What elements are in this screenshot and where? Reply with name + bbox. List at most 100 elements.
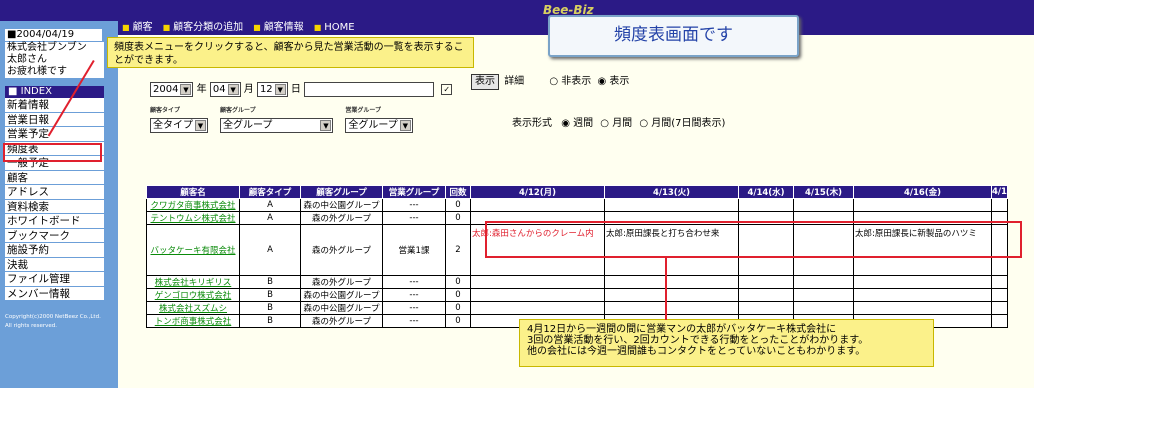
sales-group-select[interactable]: 全グループ: [345, 118, 413, 133]
summary-line: 3回の営業活動を行い、2回カウントできる行動をとったことがわかります。: [527, 335, 869, 346]
day-cell: [470, 275, 605, 289]
customer-type-cell: B: [239, 301, 301, 315]
day-cell: [738, 288, 794, 302]
sales-group-cell: ---: [382, 198, 446, 212]
customer-name-link[interactable]: 株式会社スズムシ: [146, 301, 240, 315]
customer-name-link[interactable]: 株式会社キリギリス: [146, 275, 240, 289]
customer-group-cell: 森の外グループ: [300, 224, 383, 276]
format-controls: 表示形式 ◉ 週間 ○ 月間 ○ 月間(7日間表示): [512, 114, 725, 129]
detail-radio-show[interactable]: ◉ 表示: [597, 76, 629, 87]
day-cell: [793, 275, 854, 289]
table-row: クワガタ商事株式会社 A 森の中公園グループ --- 0: [146, 198, 1008, 212]
sidebar-item-document-search[interactable]: 資料検索: [5, 199, 104, 214]
sidebar-item-address[interactable]: アドレス: [5, 185, 104, 200]
day-cell: [470, 301, 605, 315]
table-row: 株式会社キリギリス B 森の外グループ --- 0: [146, 275, 1008, 289]
day-cell: [793, 198, 854, 212]
month-unit: 月: [243, 84, 254, 95]
copyright-text: Copyright(c)2000 NetBeez Co.,Ltd. All ri…: [5, 314, 101, 329]
detail-option-show: 表示: [609, 76, 630, 87]
sidebar-item-member-info[interactable]: メンバー情報: [5, 286, 104, 301]
col-header: 4/14(水): [738, 185, 794, 199]
col-header: 顧客名: [146, 185, 240, 199]
format-option-week: 週間: [573, 118, 594, 129]
nav-link-home[interactable]: HOME: [314, 21, 354, 35]
month-select[interactable]: 04: [209, 81, 241, 97]
sales-group-cell: ---: [382, 288, 446, 302]
customer-type-select[interactable]: 全タイプ: [150, 118, 208, 133]
summary-line: 4月12日から一週間の間に営業マンの太郎がバッタケーキ株式会社に: [527, 324, 837, 335]
day-cell: [793, 288, 854, 302]
customer-group-filter: 顧客グループ 全グループ: [220, 105, 334, 133]
sales-group-cell: 営業1課: [382, 224, 446, 276]
col-header: 4/16(金): [853, 185, 992, 199]
day-cell: [991, 275, 1008, 289]
day-select[interactable]: 12: [256, 81, 288, 97]
customer-type-cell: A: [239, 211, 301, 225]
detail-label: 詳細: [504, 76, 525, 87]
day-cell: [470, 288, 605, 302]
col-header: 4/15(木): [793, 185, 854, 199]
customer-name-link[interactable]: トンボ商事株式会社: [146, 314, 240, 328]
col-header: 4/1: [991, 185, 1008, 199]
sidebar-item-file-management[interactable]: ファイル管理: [5, 272, 104, 287]
sidebar-item-bookmark[interactable]: ブックマーク: [5, 228, 104, 243]
count-cell: 0: [445, 198, 471, 212]
menu-callout: 頻度表メニューをクリックすると、顧客から見た営業活動の一覧を表示することができま…: [107, 37, 474, 68]
day-cell: [604, 288, 739, 302]
summary-callout: 4月12日から一週間の間に営業マンの太郎がバッタケーキ株式会社に 3回の営業活動…: [519, 319, 934, 367]
customer-group-cell: 森の外グループ: [300, 275, 383, 289]
nav-link-customer-info[interactable]: 顧客情報: [253, 21, 304, 35]
col-header: 4/12(月): [470, 185, 605, 199]
table-row: 株式会社スズムシ B 森の中公園グループ --- 0: [146, 301, 1008, 315]
sidebar-item-sales-plan[interactable]: 営業予定: [5, 127, 104, 142]
sidebar-item-approval[interactable]: 決裁: [5, 257, 104, 272]
customer-name-link[interactable]: ゲンゴロウ株式会社: [146, 288, 240, 302]
group-filters: 顧客タイプ 全タイプ 顧客グループ 全グループ 営業グループ 全グループ: [150, 105, 413, 133]
day-cell: [853, 288, 992, 302]
detail-controls: 表示 詳細 ○ 非表示 ◉ 表示: [471, 72, 629, 90]
customer-group-cell: 森の外グループ: [300, 211, 383, 225]
greeting-company: 株式会社ブンブン: [7, 42, 87, 53]
nav-link-add-category[interactable]: 顧客分類の追加: [163, 21, 243, 35]
index-header: ■ INDEX: [5, 86, 104, 98]
customer-type-cell: A: [239, 198, 301, 212]
sidebar-item-news[interactable]: 新着情報: [5, 98, 104, 113]
day-cell: [991, 198, 1008, 212]
format-label: 表示形式: [512, 118, 552, 129]
page-title: 頻度表画面です: [548, 15, 799, 57]
checkbox-icon[interactable]: ✓: [441, 83, 453, 95]
table-row: ゲンゴロウ株式会社 B 森の中公園グループ --- 0: [146, 288, 1008, 302]
format-radio-month[interactable]: ○ 月間: [600, 118, 632, 129]
customer-name-link[interactable]: テントウムシ株式会社: [146, 211, 240, 225]
customer-group-select[interactable]: 全グループ: [220, 118, 334, 133]
day-cell: [793, 301, 854, 315]
customer-name-link[interactable]: クワガタ商事株式会社: [146, 198, 240, 212]
customer-group-cell: 森の中公園グループ: [300, 198, 383, 212]
date-text-field[interactable]: [304, 81, 435, 97]
day-cell: [853, 275, 992, 289]
customer-group-cell: 森の中公園グループ: [300, 301, 383, 315]
sales-group-cell: ---: [382, 314, 446, 328]
day-cell: [604, 198, 739, 212]
greeting-box: 株式会社ブンブン 太郎さん お疲れ様です: [5, 42, 104, 78]
format-radio-month7[interactable]: ○ 月間(7日間表示): [639, 118, 725, 129]
nav-link-customer[interactable]: 顧客: [122, 21, 153, 35]
display-button[interactable]: 表示: [471, 74, 499, 90]
customer-type-cell: B: [239, 288, 301, 302]
day-cell: [470, 198, 605, 212]
format-radio-week[interactable]: ◉ 週間: [561, 118, 593, 129]
sidebar-item-customer[interactable]: 顧客: [5, 170, 104, 185]
count-cell: 2: [445, 224, 471, 276]
sidebar-item-facility-booking[interactable]: 施設予約: [5, 243, 104, 258]
day-cell: [604, 275, 739, 289]
day-cell: [853, 301, 992, 315]
detail-radio-hide[interactable]: ○ 非表示: [549, 76, 591, 87]
col-header: 顧客グループ: [300, 185, 383, 199]
sidebar-menu: 新着情報 営業日報 営業予定 頻度表 一般予定 顧客 アドレス 資料検索 ホワイ…: [5, 98, 104, 301]
sidebar-item-whiteboard[interactable]: ホワイトボード: [5, 214, 104, 229]
day-cell: [604, 301, 739, 315]
year-select[interactable]: 2004: [150, 81, 194, 97]
table-header-row: 顧客名 顧客タイプ 顧客グループ 営業グループ 回数 4/12(月) 4/13(…: [146, 185, 1008, 199]
customer-name-link[interactable]: バッタケーキ有限会社: [146, 224, 240, 276]
